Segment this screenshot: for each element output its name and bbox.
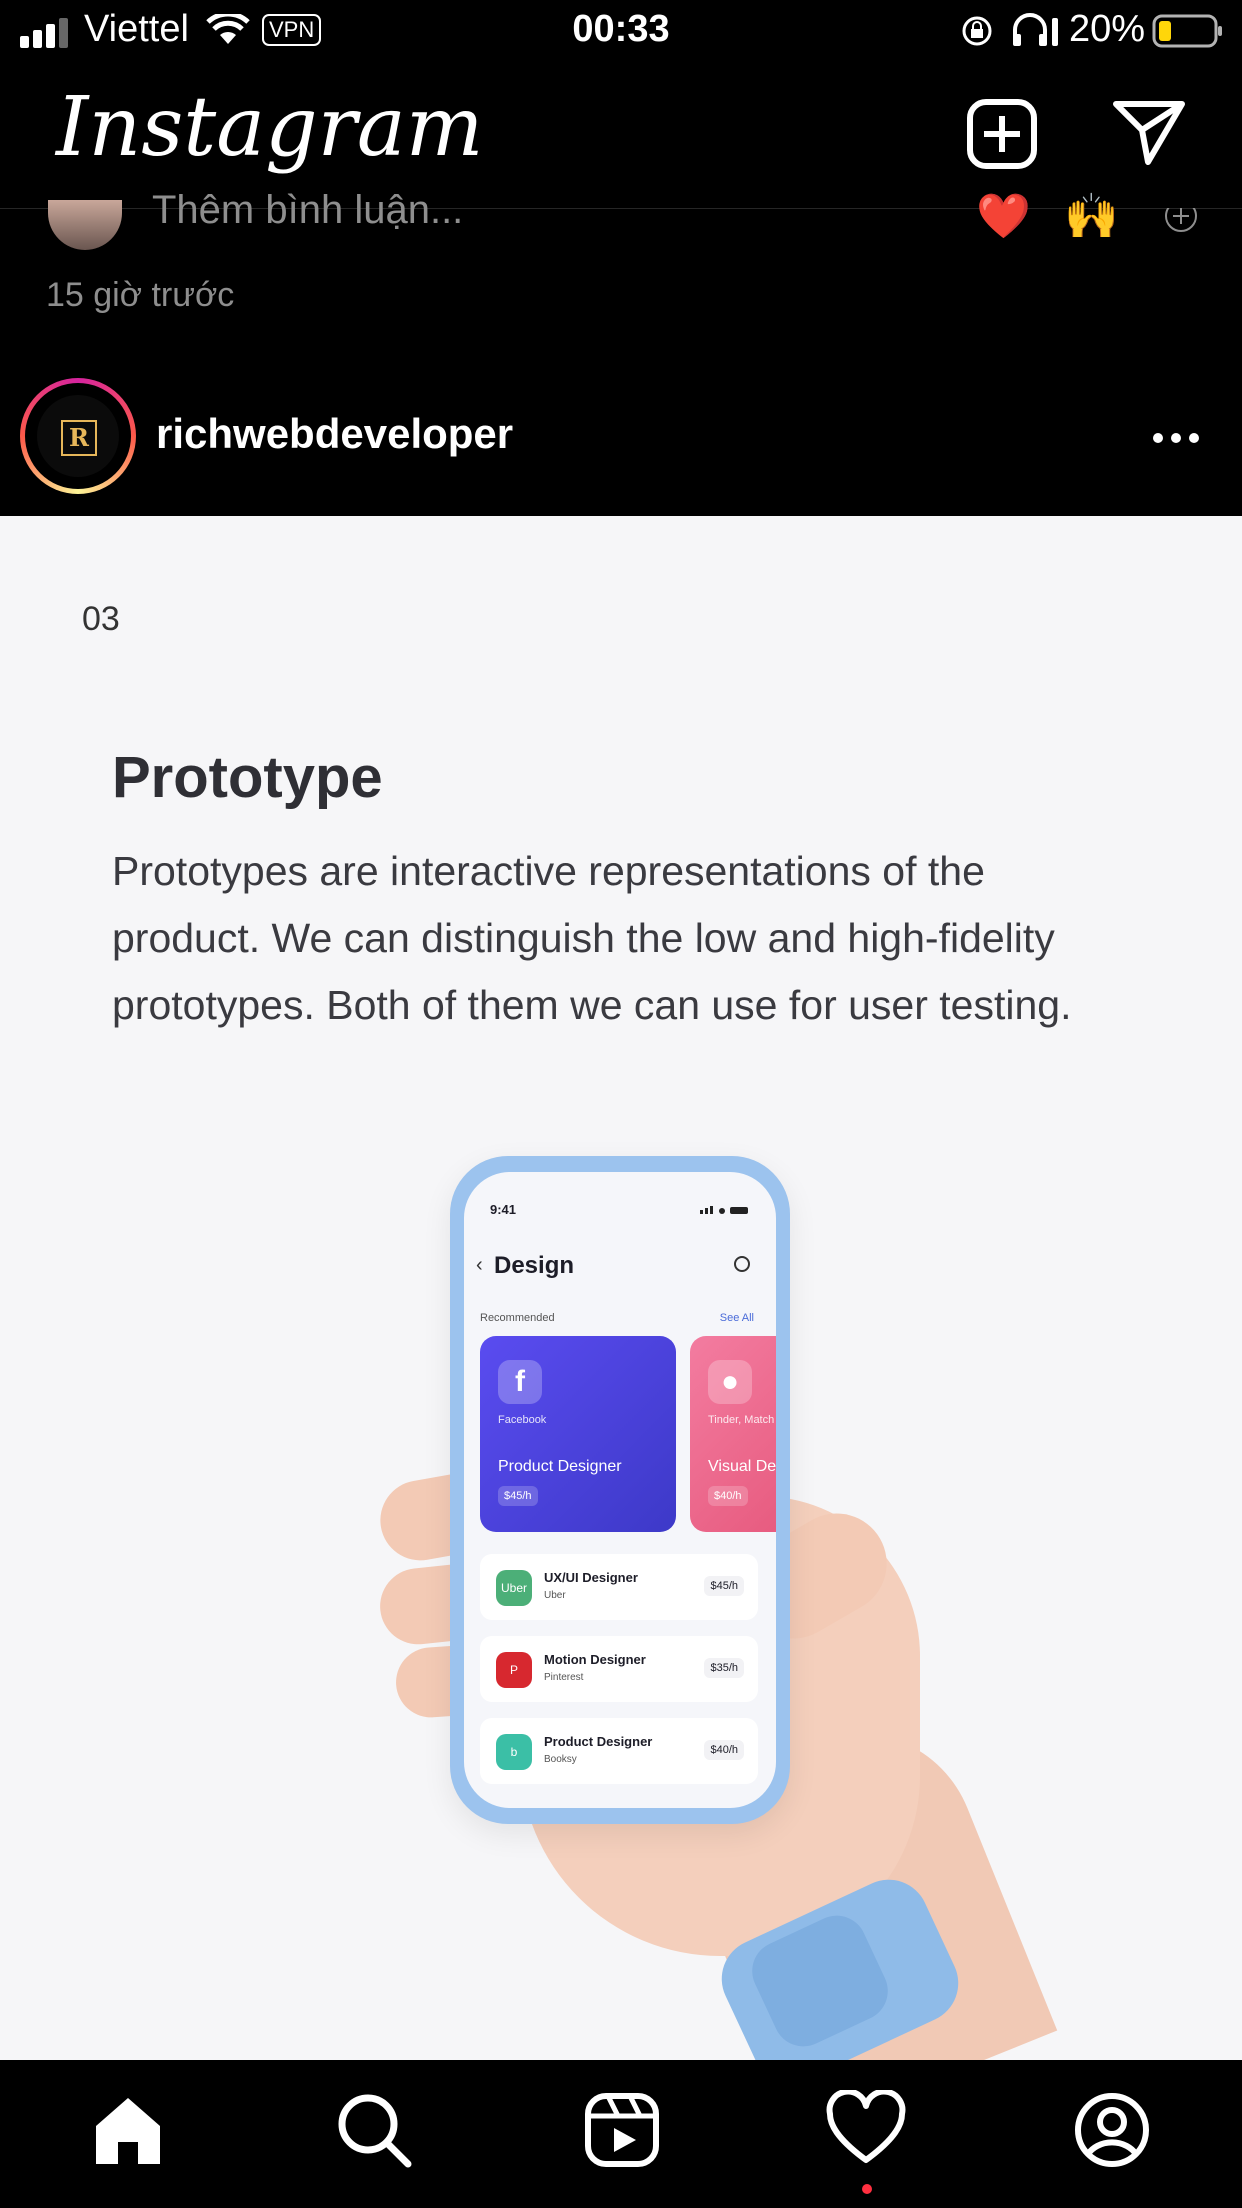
mockup-see-all: See All (719, 1312, 754, 1324)
instagram-logo[interactable]: Instagram (56, 80, 483, 175)
job-role: Product Designer (544, 1734, 653, 1749)
card-company: Facebook (498, 1414, 547, 1426)
job-company: Pinterest (544, 1672, 584, 1683)
add-comment-input[interactable]: Thêm bình luận... (152, 188, 463, 233)
activity-heart-icon[interactable] (826, 2090, 906, 2170)
mockup-time: 9:41 (490, 1202, 517, 1217)
back-chevron-icon: ‹ (476, 1254, 483, 1276)
mockup-card: f Facebook Product Designer $45/h (480, 1336, 676, 1532)
reels-icon[interactable] (582, 2090, 662, 2170)
battery-icon (1152, 14, 1222, 48)
home-icon[interactable] (88, 2090, 168, 2170)
status-bar: Viettel VPN 00:33 20% (0, 0, 1242, 62)
job-role: Motion Designer (544, 1652, 646, 1667)
card-price: $40/h (708, 1486, 748, 1506)
avatar-logo: R (61, 420, 97, 456)
mockup-job-row: P Motion Designer Pinterest $35/h (480, 1636, 758, 1702)
slide-title: Prototype (112, 745, 383, 810)
tinder-icon: ● (708, 1360, 752, 1404)
job-company: Uber (544, 1590, 566, 1601)
job-price: $40/h (704, 1740, 744, 1760)
notification-dot (862, 2184, 872, 2194)
job-price: $45/h (704, 1576, 744, 1596)
slide-description: Prototypes are interactive representatio… (112, 848, 1072, 1028)
story-ring[interactable]: R (20, 378, 136, 494)
profile-icon[interactable] (1072, 2090, 1152, 2170)
new-post-icon[interactable] (966, 98, 1038, 170)
heart-reaction-button[interactable]: ❤️ (976, 190, 1031, 242)
mockup-job-row: Uber UX/UI Designer Uber $45/h (480, 1554, 758, 1620)
booksy-icon: b (496, 1734, 532, 1770)
direct-message-icon[interactable] (1112, 98, 1186, 166)
card-role: Visual De (708, 1458, 776, 1475)
slide-number: 03 (82, 600, 120, 638)
phone-screen: 9:41 ‹ Design Recommended See All f Face… (464, 1172, 776, 1808)
battery-percent: 20% (1069, 8, 1146, 50)
phone-mockup: 9:41 ‹ Design Recommended See All f Face… (450, 1156, 790, 1824)
facebook-icon: f (498, 1360, 542, 1404)
job-role: UX/UI Designer (544, 1570, 638, 1585)
mockup-search-icon (734, 1256, 750, 1272)
post-username[interactable]: richwebdeveloper (156, 410, 513, 458)
avatar: R (37, 395, 119, 477)
job-company: Booksy (544, 1754, 577, 1765)
card-price: $45/h (498, 1486, 538, 1506)
card-role: Product Designer (498, 1458, 622, 1475)
card-company: Tinder, Match (708, 1414, 775, 1426)
raised-hands-reaction-button[interactable]: 🙌 (1064, 190, 1119, 242)
more-reactions-icon[interactable] (1162, 208, 1200, 232)
comment-avatar (48, 200, 122, 250)
post-header: R richwebdeveloper (0, 358, 1242, 516)
previous-post-footer: Thêm bình luận... ❤️ 🙌 15 giờ trước (0, 188, 1242, 358)
mockup-recommended-label: Recommended (480, 1312, 555, 1324)
pinterest-icon: P (496, 1652, 532, 1688)
mockup-job-row: b Product Designer Booksy $40/h (480, 1718, 758, 1784)
uber-icon: Uber (496, 1570, 532, 1606)
job-price: $35/h (704, 1658, 744, 1678)
app-header: Instagram (0, 62, 1242, 209)
mockup-card: ● Tinder, Match Visual De $40/h (690, 1336, 776, 1532)
post-image[interactable]: 03 Prototype Prototypes are interactive … (0, 516, 1242, 2060)
mockup-title: Design (494, 1252, 575, 1279)
headphones-icon (1013, 13, 1058, 46)
more-options-icon[interactable] (1152, 432, 1200, 444)
post-timestamp: 15 giờ trước (46, 276, 235, 314)
bottom-tab-bar (0, 2060, 1242, 2208)
search-icon[interactable] (334, 2090, 414, 2170)
orientation-lock-icon (962, 16, 992, 46)
mockup-status-icons (700, 1206, 748, 1214)
